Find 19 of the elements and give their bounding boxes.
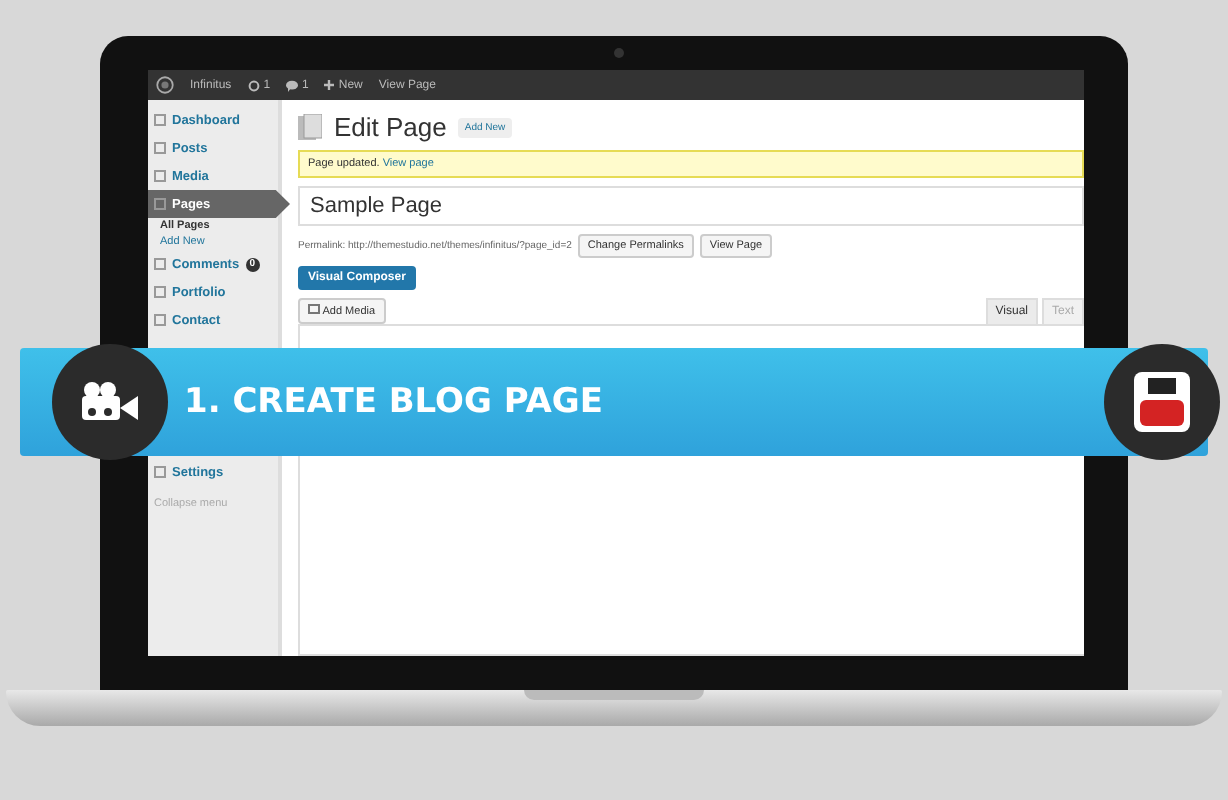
menu-item-icon xyxy=(154,258,166,270)
camera-dot xyxy=(614,48,624,58)
logo-icon[interactable] xyxy=(156,76,174,94)
media-icon xyxy=(308,304,320,314)
menu-item-icon xyxy=(154,466,166,478)
banner-title: 1. CREATE BLOG PAGE xyxy=(184,382,603,422)
plus-icon[interactable] xyxy=(324,80,335,90)
refresh-icon[interactable] xyxy=(247,79,260,91)
page-icon xyxy=(298,114,322,140)
speech-bubble-icon[interactable] xyxy=(286,79,299,91)
page-title: Edit Page xyxy=(334,112,447,142)
menu-item-icon xyxy=(154,170,166,182)
menu-item-icon xyxy=(154,314,166,326)
title-field[interactable]: Sample Page xyxy=(298,186,1084,226)
menu-item-icon xyxy=(154,286,166,298)
video-camera-icon xyxy=(80,380,140,424)
menu-item-icon xyxy=(154,142,166,154)
menu-item-icon xyxy=(154,114,166,126)
menu-item-icon xyxy=(154,198,166,210)
